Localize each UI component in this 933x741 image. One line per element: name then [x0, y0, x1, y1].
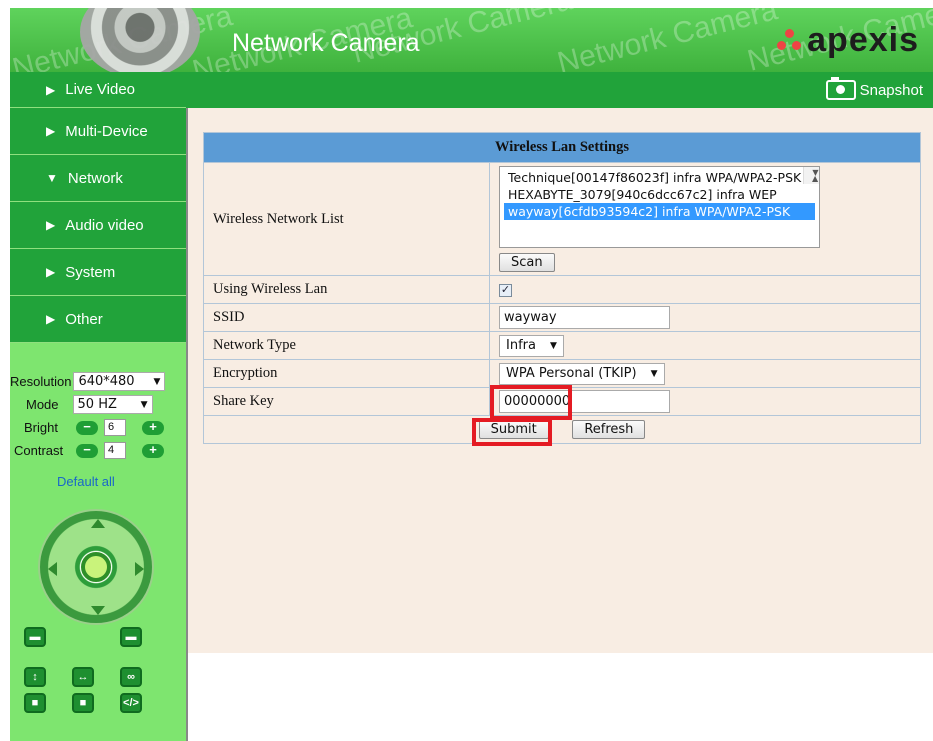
- preset-1-button[interactable]: ▬: [24, 627, 46, 647]
- sidebar-item-label: Multi-Device: [65, 122, 148, 140]
- using-wireless-checkbox[interactable]: ✓: [499, 284, 512, 297]
- sidebar-nav: ▶ Live Video ▶ Multi-Device ▼ Network ▶ Audio v…: [10, 72, 186, 343]
- contrast-value: 4: [104, 442, 126, 459]
- brand-name: apexis: [807, 21, 919, 59]
- horizontal-patrol-button[interactable]: ↔: [72, 667, 94, 687]
- encryption-label: Encryption: [203, 359, 490, 388]
- contrast-label: Contrast: [14, 443, 64, 458]
- share-key-highlight: [490, 385, 572, 420]
- sidebar: ▶ Live Video ▶ Multi-Device ▼ Network ▶ Audio v…: [10, 72, 186, 741]
- bright-label: Bright: [24, 420, 58, 435]
- snapshot-label: Snapshot: [859, 81, 923, 99]
- chevron-down-icon: ▼: [549, 340, 557, 351]
- bright-increase-button[interactable]: +: [142, 420, 164, 435]
- arrow-up-icon[interactable]: [91, 519, 105, 528]
- chevron-down-icon: ▼: [650, 368, 658, 379]
- code-button[interactable]: </>: [120, 693, 142, 713]
- sidebar-item-label: Other: [65, 310, 103, 328]
- main-blank-area: [186, 653, 933, 741]
- resolution-label: Resolution: [10, 374, 72, 389]
- preset-2-button[interactable]: ▬: [120, 627, 142, 647]
- wireless-network-listbox[interactable]: Technique[00147f86023f] infra WPA/WPA2-P…: [499, 166, 820, 248]
- brand-logo: apexis: [777, 21, 919, 60]
- network-options: Technique[00147f86023f] infra WPA/WPA2-P…: [500, 169, 819, 220]
- triangle-right-icon: ▶: [46, 265, 56, 279]
- triangle-right-icon: ▶: [46, 218, 56, 232]
- chevron-down-icon: ▼: [153, 376, 161, 387]
- network-list-label: Wireless Network List: [203, 162, 490, 276]
- sidebar-item-multi-device[interactable]: ▶ Multi-Device: [10, 108, 186, 155]
- arrow-right-icon[interactable]: [135, 562, 144, 576]
- default-all-link[interactable]: Default all: [57, 474, 115, 489]
- network-type-label: Network Type: [203, 331, 490, 360]
- sidebar-item-label: System: [65, 263, 116, 281]
- resolution-select[interactable]: 640*480 ▼: [73, 372, 166, 391]
- scan-button[interactable]: Scan: [499, 253, 555, 272]
- stop-2-button[interactable]: ■: [72, 693, 94, 713]
- arrow-down-icon[interactable]: [91, 606, 105, 615]
- triangle-down-icon: ▼: [46, 171, 58, 185]
- watermark-text: Network Camera: [554, 8, 781, 72]
- sidebar-item-label: Audio video: [65, 216, 144, 234]
- network-type-select[interactable]: Infra ▼: [499, 334, 564, 357]
- sidebar-item-live-video[interactable]: ▶ Live Video: [10, 72, 186, 108]
- app-header: Network Camera Network Camera Network Ca…: [10, 8, 933, 72]
- network-option[interactable]: wayway[6cfdb93594c2] infra WPA/WPA2-PSK: [504, 203, 815, 220]
- contrast-decrease-button[interactable]: −: [76, 443, 98, 458]
- network-option[interactable]: HEXABYTE_3079[940c6dcc67c2] infra WEP: [504, 186, 815, 203]
- triangle-right-icon: ▶: [46, 124, 56, 138]
- mode-select[interactable]: 50 HZ ▼: [72, 395, 153, 414]
- arrow-left-icon[interactable]: [48, 562, 57, 576]
- bright-decrease-button[interactable]: −: [76, 420, 98, 435]
- encryption-select[interactable]: WPA Personal (TKIP) ▼: [499, 362, 665, 385]
- network-option[interactable]: Technique[00147f86023f] infra WPA/WPA2-P…: [504, 169, 815, 186]
- main-content: Wireless Lan Settings Wireless Network L…: [186, 108, 933, 653]
- section-title: Wireless Lan Settings: [203, 132, 921, 163]
- refresh-button[interactable]: Refresh: [572, 420, 646, 439]
- camera-logo-image: [80, 8, 200, 72]
- share-key-label: Share Key: [203, 387, 490, 416]
- ptz-control-pad[interactable]: [38, 509, 154, 625]
- sidebar-item-label: Live Video: [65, 81, 136, 98]
- sidebar-item-other[interactable]: ▶ Other: [10, 296, 186, 343]
- apexis-logo-icon: [777, 29, 803, 53]
- triangle-right-icon: ▶: [46, 82, 56, 97]
- sidebar-item-network[interactable]: ▼ Network: [10, 155, 186, 202]
- triangle-right-icon: ▶: [46, 312, 56, 326]
- sidebar-item-audio-video[interactable]: ▶ Audio video: [10, 202, 186, 249]
- using-wireless-label: Using Wireless Lan: [203, 275, 490, 304]
- sidebar-item-system[interactable]: ▶ System: [10, 249, 186, 296]
- app-title: Network Camera: [232, 29, 420, 57]
- submit-highlight: [472, 418, 552, 446]
- mode-label: Mode: [26, 397, 59, 412]
- listbox-scrollbar[interactable]: ▲ ▼: [803, 167, 819, 184]
- chevron-down-icon: ▼: [140, 399, 148, 410]
- ssid-label: SSID: [203, 303, 490, 332]
- snapshot-button[interactable]: Snapshot: [825, 77, 923, 100]
- ptz-center-button[interactable]: [81, 552, 111, 582]
- bright-value: 6: [104, 419, 126, 436]
- scroll-down-icon[interactable]: ▼: [808, 164, 823, 181]
- vertical-patrol-button[interactable]: ↕: [24, 667, 46, 687]
- camera-icon: [825, 77, 856, 100]
- stop-1-button[interactable]: ■: [24, 693, 46, 713]
- contrast-increase-button[interactable]: +: [142, 443, 164, 458]
- top-toolbar: Snapshot: [186, 72, 933, 108]
- infinite-patrol-button[interactable]: ∞: [120, 667, 142, 687]
- sidebar-item-label: Network: [67, 169, 123, 187]
- ssid-input[interactable]: wayway: [499, 306, 670, 329]
